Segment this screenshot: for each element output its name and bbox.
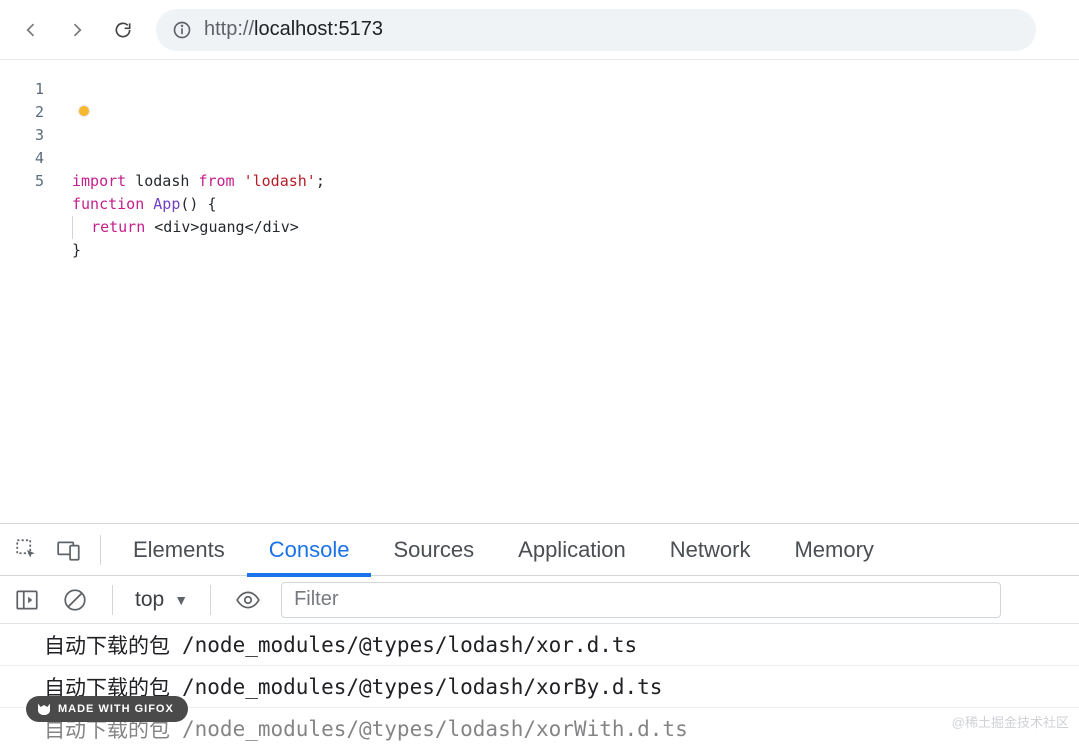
- log-path: /node_modules/@types/lodash/xor.d.ts: [182, 633, 637, 657]
- browser-toolbar: http://localhost:5173: [0, 0, 1079, 60]
- line-number: 2: [0, 101, 44, 124]
- back-button[interactable]: [12, 11, 50, 49]
- code-line[interactable]: return <div>guang</div>: [72, 216, 1079, 239]
- site-info-icon[interactable]: [172, 20, 192, 40]
- context-label: top: [135, 588, 164, 612]
- toggle-sidebar-icon[interactable]: [6, 579, 48, 621]
- tab-console[interactable]: Console: [247, 524, 372, 576]
- code-line[interactable]: function App() {: [72, 193, 1079, 216]
- log-path: /node_modules/@types/lodash/xorWith.d.ts: [182, 717, 688, 741]
- code-line[interactable]: }: [72, 239, 1079, 262]
- reload-button[interactable]: [104, 11, 142, 49]
- url-text: http://localhost:5173: [204, 18, 383, 41]
- console-log-row[interactable]: 自动下载的包/node_modules/@types/lodash/xor.d.…: [0, 624, 1079, 666]
- tab-network[interactable]: Network: [648, 524, 773, 576]
- separator: [112, 585, 113, 615]
- console-log-area[interactable]: 自动下载的包/node_modules/@types/lodash/xor.d.…: [0, 624, 1079, 749]
- devtools-tabbar: ElementsConsoleSourcesApplicationNetwork…: [0, 524, 1079, 576]
- live-expression-icon[interactable]: [227, 579, 269, 621]
- line-number: 1: [0, 78, 44, 101]
- tab-sources[interactable]: Sources: [371, 524, 496, 576]
- inspect-element-icon[interactable]: [6, 529, 48, 571]
- line-gutter: 12345: [0, 78, 72, 523]
- current-line-highlight: [75, 78, 1079, 101]
- forward-button[interactable]: [58, 11, 96, 49]
- device-toolbar-icon[interactable]: [48, 529, 90, 571]
- address-bar[interactable]: http://localhost:5173: [156, 9, 1036, 51]
- log-label: 自动下载的包: [44, 630, 170, 660]
- filter-input[interactable]: Filter: [281, 582, 1001, 618]
- line-number: 5: [0, 170, 44, 193]
- code-line[interactable]: [72, 262, 1079, 285]
- log-path: /node_modules/@types/lodash/xorBy.d.ts: [182, 675, 662, 699]
- separator: [100, 535, 101, 565]
- line-number: 3: [0, 124, 44, 147]
- tab-memory[interactable]: Memory: [772, 524, 895, 576]
- console-controls: top ▼ Filter: [0, 576, 1079, 624]
- chevron-down-icon: ▼: [174, 592, 188, 608]
- context-selector[interactable]: top ▼: [129, 588, 194, 612]
- separator: [210, 585, 211, 615]
- cursor-indicator-icon: [79, 106, 89, 116]
- line-number: 4: [0, 147, 44, 170]
- code-editor[interactable]: 12345 import lodash from 'lodash';functi…: [0, 60, 1079, 523]
- clear-console-icon[interactable]: [54, 579, 96, 621]
- tab-elements[interactable]: Elements: [111, 524, 247, 576]
- code-line[interactable]: import lodash from 'lodash';: [72, 170, 1079, 193]
- watermark-text: @稀土掘金技术社区: [952, 712, 1069, 731]
- code-content[interactable]: import lodash from 'lodash';function App…: [72, 78, 1079, 523]
- filter-placeholder: Filter: [294, 588, 338, 611]
- tab-application[interactable]: Application: [496, 524, 648, 576]
- gifox-badge: MADE WITH GIFOX: [26, 696, 188, 722]
